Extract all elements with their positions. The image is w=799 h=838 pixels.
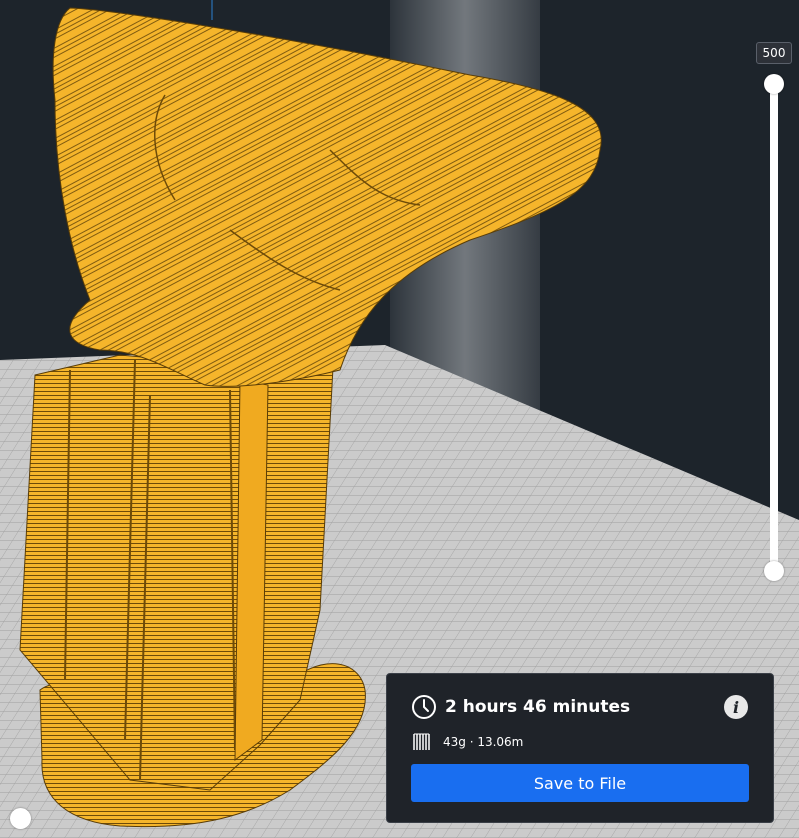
print-info-panel: 2 hours 46 minutes i 43g · 13.06m Save t… [386, 673, 774, 823]
save-to-file-button[interactable]: Save to File [411, 764, 749, 802]
layer-number-badge: 500 [756, 42, 792, 64]
layer-slider-top-handle[interactable] [764, 74, 784, 94]
model-stand-face [234, 379, 269, 762]
simulation-playhead-handle[interactable] [10, 808, 31, 829]
clock-icon [412, 695, 436, 719]
print-time-row: 2 hours 46 minutes [411, 694, 630, 720]
print-time: 2 hours 46 minutes [445, 697, 631, 717]
material-usage: 43g · 13.06m [443, 735, 524, 749]
info-icon[interactable]: i [724, 695, 748, 719]
spool-icon [413, 733, 430, 750]
layer-slider-bottom-handle[interactable] [764, 561, 784, 581]
layer-slider-track[interactable] [770, 84, 778, 571]
material-row: 43g · 13.06m [411, 731, 523, 753]
